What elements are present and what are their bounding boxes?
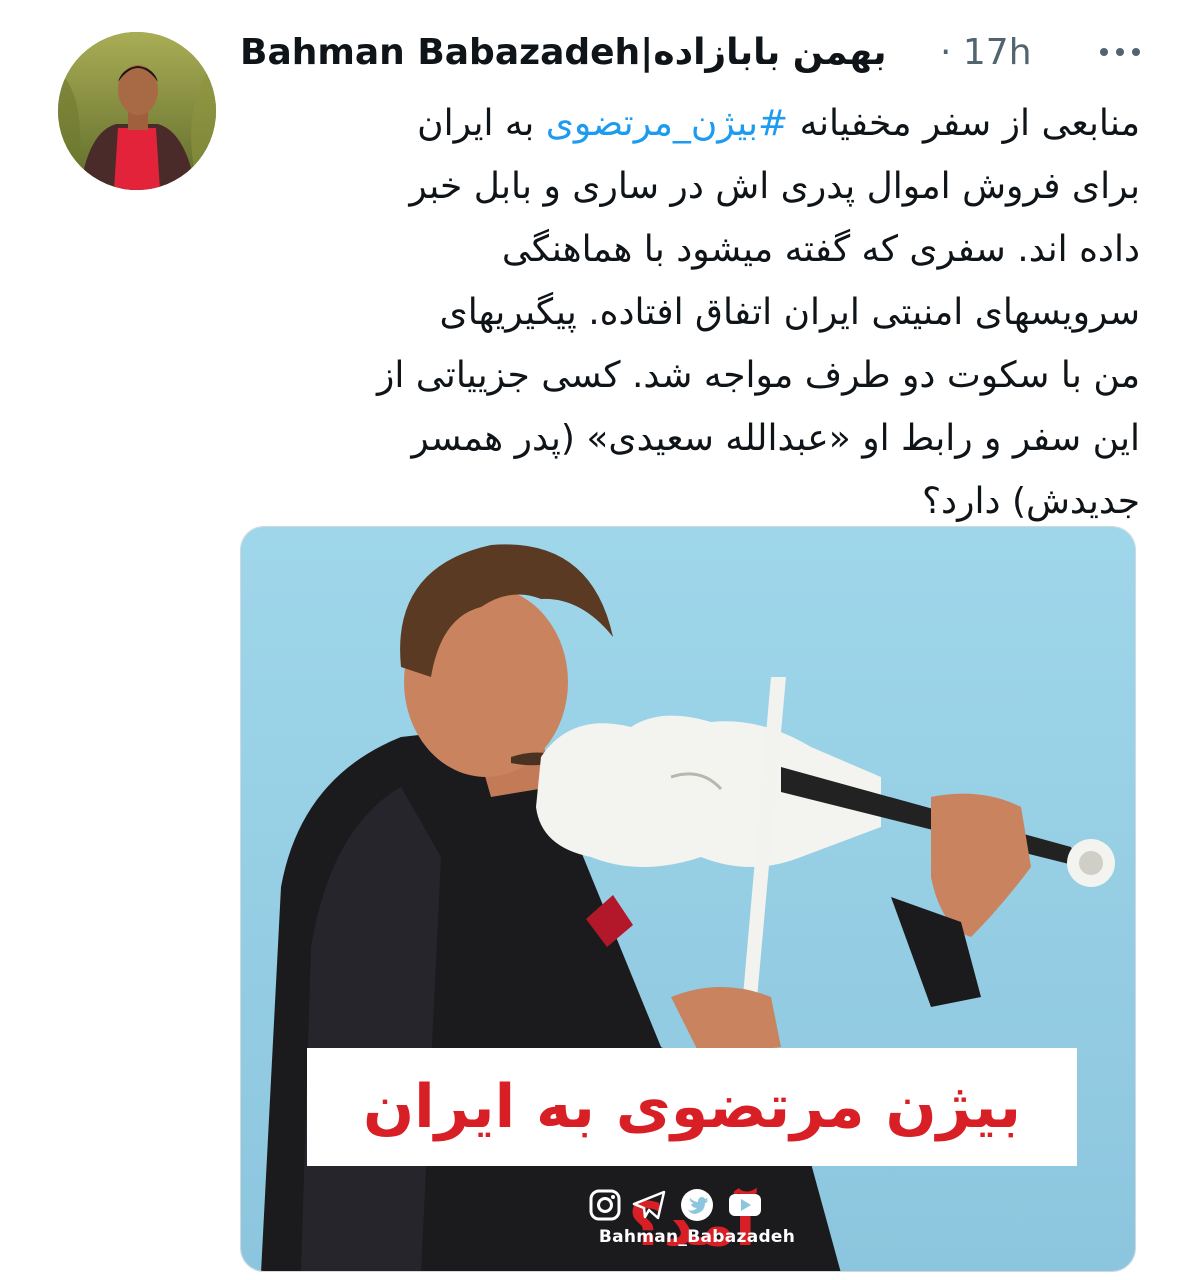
tweet-text-line: برای فروش اموال پدری اش در ساری و بابل خ… <box>409 166 1140 207</box>
instagram-icon <box>589 1189 621 1221</box>
tweet-meta: · 17h <box>940 30 1032 76</box>
telegram-icon <box>632 1190 666 1220</box>
tweet-header: Bahman Babazadeh|بهمن بابازاده · 17h <box>240 26 1140 82</box>
tweet[interactable]: Bahman Babazadeh|بهمن بابازاده · 17h منا… <box>0 0 1194 1280</box>
watermark-handle: Bahman_Babazadeh <box>598 1227 796 1247</box>
twitter-icon <box>681 1189 713 1221</box>
tweet-text-line: این سفر و رابط او «عبدالله سعیدی» (پدر ه… <box>411 418 1140 459</box>
tweet-text-line: من با سکوت دو طرف مواجه شد. کسی جزییاتی … <box>376 355 1140 396</box>
tweet-text-line: منابعی از سفر مخفیانه #بیژن_مرتضوی به ای… <box>236 92 1140 155</box>
author-name[interactable]: Bahman Babazadeh|بهمن بابازاده <box>240 30 887 76</box>
tweet-timestamp[interactable]: 17h <box>963 32 1032 73</box>
social-icons <box>587 1187 787 1227</box>
tweet-text-line: جدیدش) دارد؟ <box>921 481 1140 522</box>
tweet-media-image[interactable]: بیژن مرتضوی به ایران آمد؟ Bahman_Babazad… <box>240 526 1136 1272</box>
tweet-text: منابعی از سفر مخفیانه #بیژن_مرتضوی به ای… <box>236 92 1140 533</box>
tweet-text-line: داده اند. سفری که گفته میشود با هماهنگی <box>501 229 1140 270</box>
text-segment: به ایران <box>417 103 546 144</box>
text-segment: منابعی از سفر مخفیانه <box>788 103 1140 144</box>
meta-separator: · <box>940 32 952 73</box>
avatar[interactable] <box>58 32 216 190</box>
youtube-icon <box>729 1194 761 1216</box>
more-horizontal-icon[interactable] <box>1098 44 1142 60</box>
tweet-text-line: سرویسهای امنیتی ایران اتفاق افتاده. پیگی… <box>439 292 1140 333</box>
media-banner: بیژن مرتضوی به ایران آمد؟ <box>307 1048 1077 1260</box>
hashtag-link[interactable]: #بیژن_مرتضوی <box>546 103 789 144</box>
